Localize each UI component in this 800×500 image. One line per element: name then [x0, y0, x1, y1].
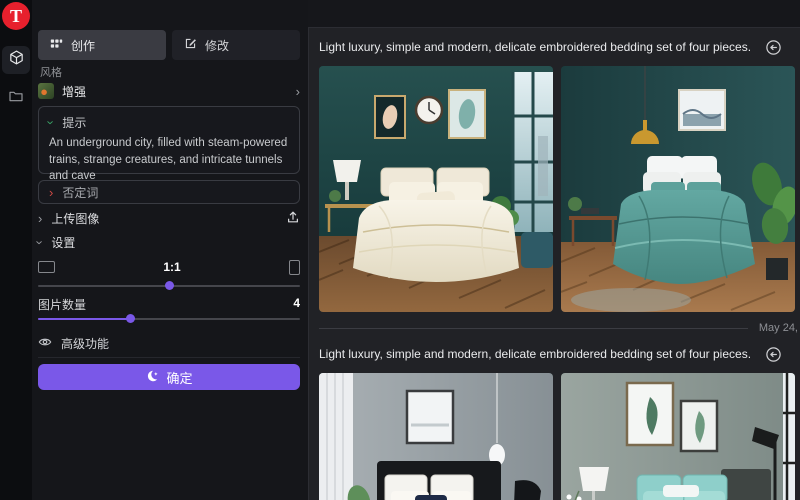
negative-label: 否定词 [62, 184, 98, 201]
grid-icon [50, 37, 63, 53]
mode-tabs: 创作 修改 [38, 30, 300, 60]
slider-fill [38, 318, 130, 320]
app-window: T [0, 0, 800, 500]
style-thumbnail [38, 83, 54, 99]
portrait-icon[interactable] [289, 260, 300, 275]
edit-icon [184, 37, 197, 53]
rail-item-files[interactable] [2, 84, 30, 112]
divider-line [319, 328, 748, 329]
style-section-label: 风格 [40, 64, 62, 80]
upload-label: 上传图像 [51, 210, 99, 227]
landscape-icon[interactable] [38, 261, 55, 273]
moon-icon [145, 369, 159, 386]
aspect-ratio-slider[interactable] [38, 281, 300, 291]
cube-icon [8, 49, 25, 71]
control-sidebar: 创作 修改 风格 增强 › › 提示 An underground cit [32, 0, 308, 500]
tab-edit[interactable]: 修改 [172, 30, 300, 60]
chevron-down-icon: › [45, 120, 58, 124]
aspect-ratio-value: 1:1 [55, 260, 289, 274]
date-divider: May 24, [319, 321, 798, 335]
aspect-ratio-row: 1:1 [38, 257, 300, 277]
chevron-right-icon: › [38, 212, 42, 225]
gallery-scroll-area[interactable]: Light luxury, simple and modern, delicat… [308, 27, 800, 500]
image-row-1 [309, 66, 800, 312]
rail-item-models[interactable] [2, 46, 30, 74]
chevron-right-icon: › [49, 186, 53, 199]
confirm-button[interactable]: 确定 [38, 364, 300, 390]
logo-avatar[interactable]: T [2, 2, 30, 30]
generation-prompt-text: Light luxury, simple and modern, delicat… [319, 347, 751, 361]
logo-letter: T [10, 6, 22, 27]
confirm-label: 确定 [166, 368, 192, 387]
generation-prompt-row: Light luxury, simple and modern, delicat… [309, 340, 800, 368]
image-count-row: 图片数量 4 [38, 296, 300, 313]
image-count-value: 4 [293, 296, 300, 313]
prompt-value[interactable]: An underground city, filled with steam-p… [49, 135, 289, 185]
generated-image-3[interactable] [319, 373, 553, 500]
reuse-prompt-icon[interactable] [765, 39, 782, 56]
nav-rail: T [0, 0, 32, 500]
style-value: 增强 [62, 83, 288, 100]
generated-image-4[interactable] [561, 373, 795, 500]
tab-create[interactable]: 创作 [38, 30, 166, 60]
tab-edit-label: 修改 [205, 37, 229, 54]
separator [38, 357, 300, 358]
gallery-panel: Light luxury, simple and modern, delicat… [308, 0, 800, 500]
reuse-prompt-icon[interactable] [765, 346, 782, 363]
generation-prompt-text: Light luxury, simple and modern, delicat… [319, 40, 751, 54]
chevron-right-icon: › [296, 85, 300, 98]
generated-image-1[interactable] [319, 66, 553, 312]
style-selector[interactable]: 增强 › [38, 79, 300, 103]
folder-icon [8, 88, 24, 109]
negative-prompt-toggle[interactable]: › 否定词 [38, 180, 300, 204]
chevron-down-icon: › [34, 240, 47, 244]
generated-image-2[interactable] [561, 66, 795, 312]
upload-icon[interactable] [286, 210, 300, 227]
upload-image-toggle[interactable]: › 上传图像 [38, 208, 300, 228]
slider-handle[interactable] [165, 281, 174, 290]
advanced-label: 高级功能 [61, 335, 109, 352]
image-row-2 [309, 373, 800, 500]
tab-create-label: 创作 [71, 37, 95, 54]
settings-toggle[interactable]: › 设置 [38, 233, 300, 251]
settings-label: 设置 [51, 234, 75, 251]
date-label: May 24, [759, 322, 798, 334]
prompt-label: 提示 [62, 114, 86, 131]
image-count-label: 图片数量 [38, 296, 86, 313]
advanced-features-toggle[interactable]: 高级功能 [38, 333, 300, 353]
eye-icon [38, 335, 52, 352]
slider-handle[interactable] [126, 314, 135, 323]
prompt-editor[interactable]: › 提示 An underground city, filled with st… [38, 106, 300, 174]
generation-prompt-row: Light luxury, simple and modern, delicat… [309, 33, 800, 61]
image-count-slider[interactable] [38, 314, 300, 324]
